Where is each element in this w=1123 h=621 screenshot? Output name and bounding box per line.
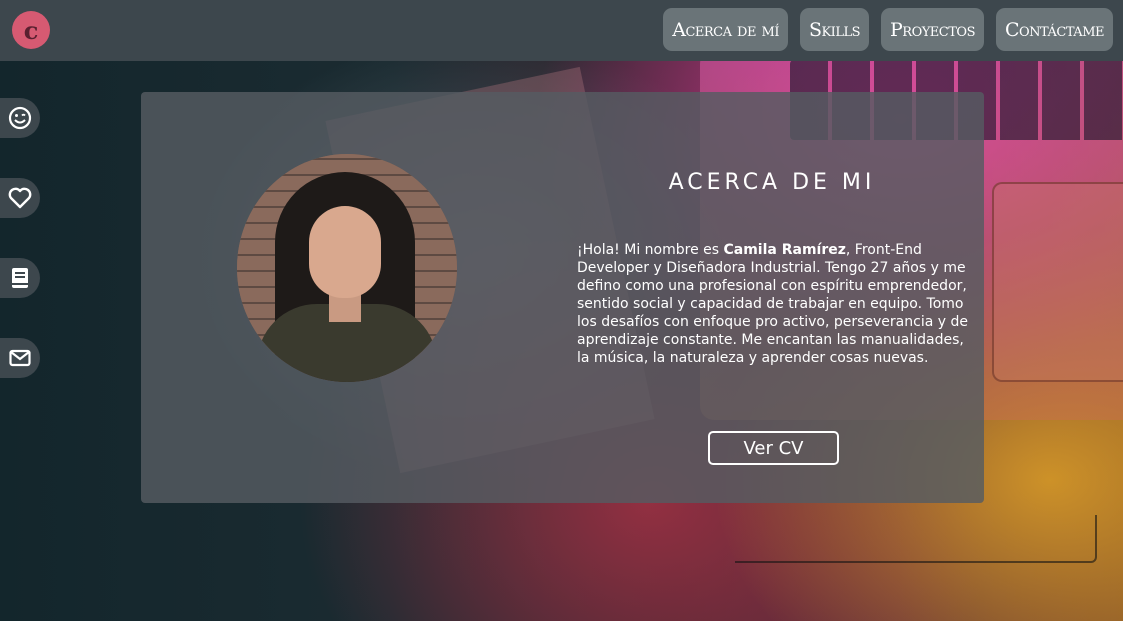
logo[interactable]: c bbox=[12, 11, 50, 49]
bio-name: Camila Ramírez bbox=[723, 242, 846, 258]
top-navbar: c Acerca de mí Skills Proyectos Contácta… bbox=[0, 0, 1123, 61]
about-title: ACERCA DE MI bbox=[668, 170, 876, 195]
sidebar-contact-button[interactable] bbox=[0, 338, 40, 378]
envelope-icon bbox=[9, 349, 31, 367]
book-icon bbox=[12, 268, 28, 288]
heart-icon bbox=[8, 187, 32, 209]
bio-text: , Front-End Developer y Diseñadora Indus… bbox=[577, 242, 968, 366]
nav-menu: Acerca de mí Skills Proyectos Contáctame bbox=[663, 8, 1113, 51]
shelf-shape bbox=[735, 515, 1097, 563]
sidebar-projects-button[interactable] bbox=[0, 258, 40, 298]
about-bio: ¡Hola! Mi nombre es Camila Ramírez, Fron… bbox=[577, 241, 971, 367]
nav-skills-button[interactable]: Skills bbox=[799, 8, 869, 51]
trackpad-shape bbox=[992, 182, 1123, 382]
sidebar-skills-button[interactable] bbox=[0, 178, 40, 218]
bio-greeting: ¡Hola! Mi nombre es bbox=[577, 242, 724, 258]
nav-about-button[interactable]: Acerca de mí bbox=[663, 8, 788, 51]
about-card: ACERCA DE MI ¡Hola! Mi nombre es Camila … bbox=[141, 92, 984, 503]
nav-contact-button[interactable]: Contáctame bbox=[995, 8, 1113, 51]
view-cv-button[interactable]: Ver CV bbox=[708, 431, 839, 465]
smile-icon bbox=[8, 106, 32, 130]
sidebar-about-button[interactable] bbox=[0, 98, 40, 138]
logo-letter: c bbox=[23, 15, 39, 45]
profile-photo bbox=[237, 154, 457, 382]
nav-projects-button[interactable]: Proyectos bbox=[881, 8, 984, 51]
